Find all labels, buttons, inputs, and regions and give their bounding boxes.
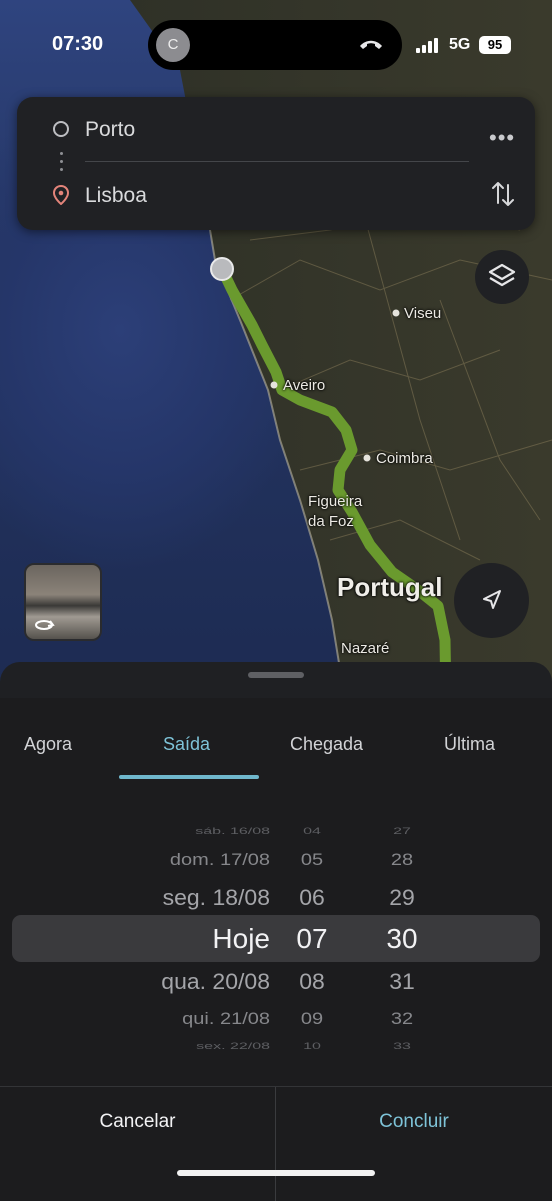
wheel-hour: 06 (299, 884, 325, 910)
origin-field[interactable]: Porto (85, 118, 135, 142)
wheel-row[interactable]: qui. 21/08 09 32 (0, 1007, 552, 1031)
time-mode-tabs: Agora Saída Chegada Última (0, 698, 552, 780)
wheel-row[interactable]: sex. 22/08 10 33 (0, 1040, 552, 1053)
cancel-button[interactable]: Cancelar (0, 1111, 275, 1133)
wheel-minute: 27 (393, 827, 411, 837)
wheel-hour: 05 (300, 850, 324, 870)
wheel-hour: 09 (300, 1009, 324, 1029)
wheel-date: dom. 17/08 (169, 850, 270, 870)
done-button[interactable]: Concluir (276, 1111, 552, 1133)
picker-footer: Cancelar Concluir (0, 1086, 552, 1201)
wheel-hour: 08 (299, 968, 325, 994)
wheel-date: qua. 20/08 (161, 968, 270, 994)
dynamic-island[interactable]: C (148, 20, 402, 70)
swap-route-icon[interactable] (491, 179, 515, 209)
date-time-wheel[interactable]: sáb. 16/08 04 27 dom. 17/08 05 28 seg. 18/08 06… (0, 816, 552, 1066)
signal-icon (416, 38, 438, 53)
departure-time-picker: Agora Saída Chegada Última sáb. 16/08 04 2… (0, 698, 552, 1201)
route-divider (85, 161, 469, 162)
wheel-minute: 32 (390, 1009, 414, 1029)
wheel-row[interactable]: dom. 17/08 05 28 (0, 848, 552, 872)
wheel-row[interactable]: qua. 20/08 08 31 (0, 966, 552, 996)
map-label-coimbra: Coimbra (376, 450, 433, 467)
wheel-date: Hoje (212, 923, 270, 954)
navigation-arrow-icon (483, 590, 501, 609)
wheel-date: qui. 21/08 (182, 1009, 270, 1029)
wheel-minute: 29 (389, 884, 415, 910)
map-label-viseu: Viseu (404, 305, 442, 322)
tab-chegada[interactable]: Chegada (290, 734, 363, 755)
origin-circle-icon (53, 121, 69, 137)
tab-agora[interactable]: Agora (24, 734, 72, 755)
status-bar: 07:30 C 5G 95 (0, 0, 552, 90)
wheel-date: sáb. 16/08 (195, 827, 270, 837)
wheel-minute: 31 (389, 968, 415, 994)
active-tab-indicator (119, 775, 259, 779)
phone-hangup-icon (360, 40, 382, 49)
map-label-figueira: Figueira da Foz (308, 493, 363, 530)
map-label-nazare: Nazaré (341, 640, 390, 657)
wheel-minute: 28 (390, 850, 414, 870)
sheet-drag-handle[interactable] (248, 672, 304, 678)
status-time: 07:30 (52, 33, 104, 55)
route-dots-icon (60, 152, 63, 176)
footer-divider (275, 1087, 276, 1201)
street-view-thumbnail[interactable] (24, 563, 102, 641)
tab-ultima[interactable]: Última (444, 734, 495, 755)
map-label-aveiro: Aveiro (283, 377, 326, 394)
tab-saida[interactable]: Saída (163, 734, 210, 755)
battery-level: 95 (479, 36, 511, 54)
rotate-360-icon (35, 620, 55, 630)
home-indicator[interactable] (177, 1170, 375, 1176)
wheel-minute: 30 (386, 923, 418, 954)
wheel-date: seg. 18/08 (162, 884, 270, 910)
location-pin-icon (53, 185, 69, 205)
caller-avatar: C (156, 28, 190, 62)
wheel-hour: 07 (296, 923, 328, 954)
destination-field[interactable]: Lisboa (85, 184, 147, 208)
wheel-row-selected[interactable]: Hoje 07 30 (0, 921, 552, 957)
wheel-hour: 04 (303, 827, 321, 837)
wheel-minute: 33 (393, 1042, 411, 1052)
wheel-row[interactable]: seg. 18/08 06 29 (0, 882, 552, 912)
wheel-date: sex. 22/08 (196, 1042, 270, 1052)
route-card: Porto Lisboa ••• (17, 97, 535, 230)
wheel-hour: 10 (303, 1042, 321, 1052)
map-layers-button[interactable] (475, 250, 529, 304)
layers-icon (488, 263, 516, 287)
map-label-portugal: Portugal (337, 572, 443, 602)
more-options-icon[interactable]: ••• (489, 125, 515, 151)
network-type: 5G (449, 36, 471, 53)
wheel-row[interactable]: sáb. 16/08 04 27 (0, 825, 552, 838)
my-location-button[interactable] (454, 563, 529, 638)
